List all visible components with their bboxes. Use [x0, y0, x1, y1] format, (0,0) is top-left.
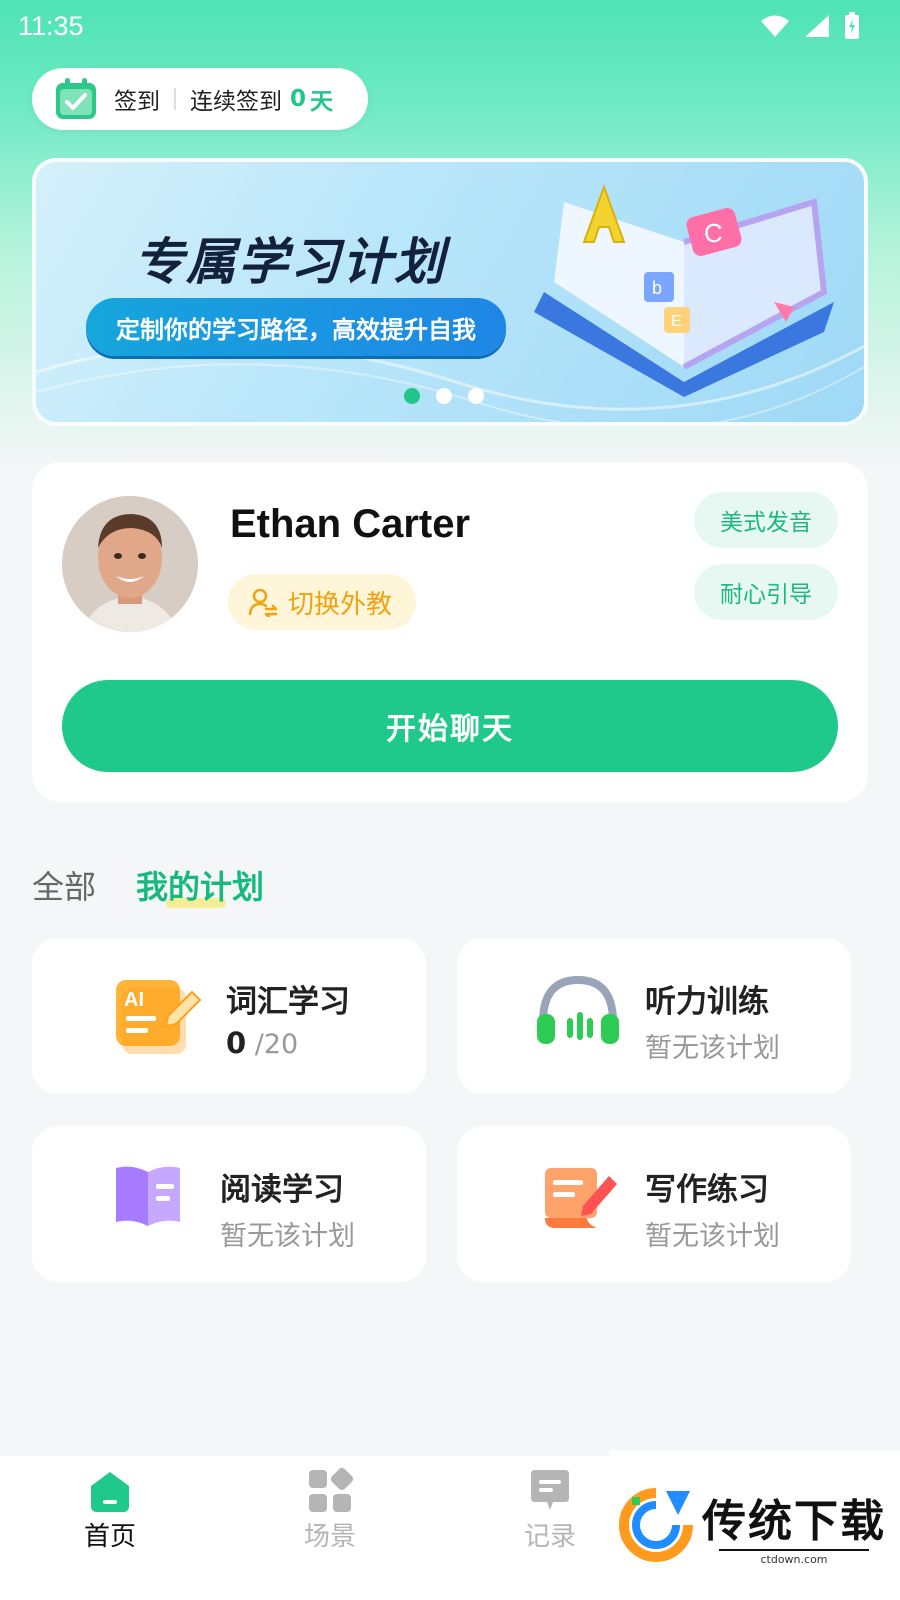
banner-subtitle: 定制你的学习路径，高效提升自我 — [86, 298, 506, 356]
svg-text:b: b — [652, 278, 662, 298]
streak-days: 0 — [290, 86, 307, 112]
watermark-text: 传统下载 ctdown.com — [702, 1485, 886, 1566]
teacher-card: Ethan Carter 切换外教 美式发音 耐心引导 开始聊天 — [32, 462, 868, 802]
svg-text:E: E — [671, 313, 682, 330]
ai-vocabulary-icon: AI — [116, 980, 202, 1054]
checkin-divider — [174, 88, 176, 110]
plan-progress-done: 0 — [226, 1026, 247, 1060]
headphones-icon — [537, 975, 619, 1044]
checkin-label: 签到 — [114, 89, 160, 115]
plan-card-listening[interactable]: 听力训练 暂无该计划 — [457, 938, 851, 1094]
checkin-pill[interactable]: 签到 连续签到 0 天 — [32, 68, 368, 130]
switch-user-icon — [248, 588, 278, 617]
plan-tabs: 全部 我的计划 — [32, 862, 264, 908]
nav-records-label: 记录 — [523, 1522, 576, 1552]
banner-dot-2[interactable] — [436, 388, 452, 404]
plan-title: 词汇学习 — [226, 984, 350, 1020]
switch-teacher-label: 切换外教 — [288, 589, 393, 620]
grid-icon — [309, 1468, 353, 1512]
plan-title: 写作练习 — [645, 1172, 769, 1208]
watermark-url: ctdown.com — [719, 1548, 869, 1566]
promo-banner[interactable]: 专属学习计划 定制你的学习路径，高效提升自我 C b E — [32, 158, 868, 426]
open-book-illustration: C b E — [534, 184, 834, 397]
teacher-tag-accent: 美式发音 — [694, 492, 838, 548]
banner-dot-3[interactable] — [468, 388, 484, 404]
plan-subtitle: 暂无该计划 — [220, 1221, 355, 1252]
tab-all[interactable]: 全部 — [32, 862, 96, 908]
watermark-logo: 传统下载 ctdown.com — [610, 1450, 900, 1600]
plan-subtitle: 暂无该计划 — [645, 1221, 780, 1252]
watermark-emblem-icon — [619, 1488, 693, 1562]
signal-icon — [805, 15, 829, 37]
plan-title: 阅读学习 — [220, 1172, 344, 1208]
plan-card-reading[interactable]: 阅读学习 暂无该计划 — [32, 1126, 426, 1282]
banner-title: 专属学习计划 — [134, 233, 446, 291]
banner-dot-1[interactable] — [404, 388, 420, 404]
wifi-icon — [761, 15, 789, 37]
plan-card-writing[interactable]: 写作练习 暂无该计划 — [457, 1126, 851, 1282]
plan-progress: 0 /20 — [226, 1026, 298, 1060]
teacher-avatar — [62, 496, 198, 632]
tab-my-plans[interactable]: 我的计划 — [136, 862, 264, 908]
plan-title: 听力训练 — [645, 984, 769, 1020]
status-bar: 11:35 — [0, 0, 900, 52]
streak-unit: 天 — [310, 89, 334, 115]
nav-home-label: 首页 — [83, 1522, 136, 1552]
svg-text:AI: AI — [124, 989, 144, 1011]
home-icon — [91, 1472, 129, 1512]
scroll-pen-icon — [545, 1168, 617, 1228]
plan-card-vocabulary[interactable]: AI 词汇学习 0 /20 — [32, 938, 426, 1094]
teacher-name: Ethan Carter — [230, 502, 471, 546]
status-icons — [760, 12, 860, 40]
switch-teacher-button[interactable]: 切换外教 — [228, 574, 417, 630]
plan-progress-total: /20 — [254, 1029, 299, 1060]
start-chat-button[interactable]: 开始聊天 — [62, 680, 838, 772]
chat-record-icon — [531, 1470, 569, 1510]
banner-pagination — [404, 388, 484, 404]
tab-my-plans-label: 我的计划 — [136, 868, 265, 906]
watermark-title: 传统下载 — [702, 1495, 886, 1547]
nav-records[interactable]: 记录 — [490, 1468, 610, 1553]
calendar-check-icon — [56, 78, 96, 119]
nav-scenes-label: 场景 — [303, 1522, 356, 1552]
book-icon — [116, 1166, 180, 1226]
nav-home[interactable]: 首页 — [50, 1468, 170, 1553]
svg-text:C: C — [704, 218, 723, 248]
battery-icon — [845, 12, 859, 39]
status-time: 11:35 — [18, 10, 84, 41]
avatar-portrait — [62, 496, 198, 632]
nav-scenes[interactable]: 场景 — [270, 1468, 390, 1553]
plan-subtitle: 暂无该计划 — [645, 1033, 780, 1064]
teacher-tag-style: 耐心引导 — [694, 564, 838, 620]
streak-label: 连续签到 — [190, 89, 282, 115]
